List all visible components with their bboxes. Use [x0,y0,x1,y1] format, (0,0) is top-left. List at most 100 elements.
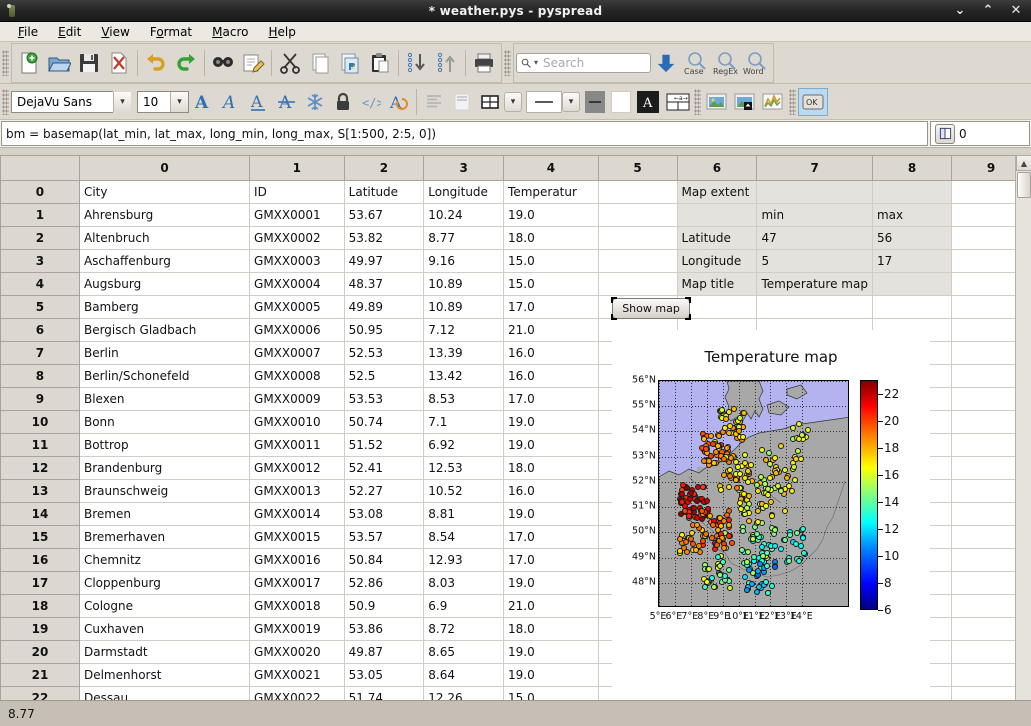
column-header-5[interactable]: 5 [598,156,677,181]
cell-longitude[interactable]: 10.24 [424,204,504,227]
cell-col8[interactable] [872,273,951,296]
menu-format[interactable]: Format [140,23,202,41]
table-row[interactable]: 3AschaffenburgGMXX000349.979.1615.0Longi… [1,250,1031,273]
search-next-button[interactable] [651,47,681,79]
cell-city[interactable]: Brandenburg [79,457,249,480]
cell-empty-5[interactable] [598,204,677,227]
cell-latitude[interactable]: 50.9 [344,595,424,618]
cut-icon[interactable] [275,47,305,79]
cell-latitude[interactable]: 53.86 [344,618,424,641]
cell-col8[interactable] [872,181,951,204]
cell-latitude[interactable]: 49.89 [344,296,424,319]
insert-chart-image-icon[interactable] [731,88,759,116]
scrollbar-thumb[interactable] [1017,172,1031,198]
cell-longitude[interactable]: 8.64 [424,664,504,687]
align-top-icon[interactable] [448,88,476,116]
cell-temperature[interactable]: 17.0 [504,549,599,572]
cell-temperature[interactable]: 18.0 [504,618,599,641]
cell-col6[interactable]: Longitude [677,250,757,273]
row-header-12[interactable]: 12 [1,457,80,480]
column-header-2[interactable]: 2 [344,156,424,181]
menu-file[interactable]: File [8,23,48,41]
cell-temperature[interactable]: 17.0 [504,388,599,411]
cell-latitude[interactable]: 53.08 [344,503,424,526]
strikethrough-icon[interactable]: A [273,88,301,116]
cell-longitude[interactable]: 8.77 [424,227,504,250]
cell-id[interactable]: GMXX0008 [250,365,345,388]
cell-temperature[interactable]: 16.0 [504,480,599,503]
cell-latitude[interactable]: 53.82 [344,227,424,250]
cell-empty-5[interactable] [598,181,677,204]
paste-icon[interactable] [365,47,395,79]
cell-city[interactable]: Chemnitz [79,549,249,572]
cell-id[interactable]: GMXX0011 [250,434,345,457]
cell-latitude[interactable]: 53.53 [344,388,424,411]
column-header-6[interactable]: 6 [677,156,757,181]
cell-temperature[interactable]: 18.0 [504,227,599,250]
cell-temperature[interactable]: Temperatur [504,181,599,204]
cell-longitude[interactable]: 12.93 [424,549,504,572]
cell-id[interactable]: GMXX0009 [250,388,345,411]
line-color-icon[interactable] [585,91,605,113]
cell-city[interactable]: Bonn [79,411,249,434]
cell-longitude[interactable]: 8.72 [424,618,504,641]
row-header-3[interactable]: 3 [1,250,80,273]
find-icon[interactable] [208,47,238,79]
menu-edit[interactable]: Edit [48,23,91,41]
cell-longitude[interactable]: 10.89 [424,296,504,319]
cell-temperature[interactable]: 19.0 [504,503,599,526]
font-size-combo[interactable]: 10 ▾ [137,91,189,113]
border-choice-chevron-down-icon[interactable]: ▾ [504,92,522,112]
table-select-icon[interactable] [935,124,955,144]
cell-longitude[interactable]: 8.65 [424,641,504,664]
cell-col7[interactable] [757,296,873,319]
row-header-0[interactable]: 0 [1,181,80,204]
match-case-button[interactable]: Case [681,47,711,79]
cell-latitude[interactable]: 52.27 [344,480,424,503]
font-family-chevron-down-icon[interactable]: ▾ [113,92,131,112]
cell-longitude[interactable]: 8.03 [424,572,504,595]
search-toolbar-grip[interactable] [504,50,511,76]
column-header-7[interactable]: 7 [757,156,873,181]
cell-longitude[interactable]: 13.42 [424,365,504,388]
cell-latitude[interactable]: 52.53 [344,342,424,365]
cell-city[interactable]: Bremen [79,503,249,526]
cell-longitude[interactable]: 10.52 [424,480,504,503]
cell-temperature[interactable]: 17.0 [504,526,599,549]
cell-col8[interactable]: 56 [872,227,951,250]
undo-icon[interactable] [141,47,171,79]
cell-id[interactable]: GMXX0017 [250,572,345,595]
row-header-16[interactable]: 16 [1,549,80,572]
cell-city[interactable]: Bottrop [79,434,249,457]
cell-longitude[interactable]: 6.9 [424,595,504,618]
cell-latitude[interactable]: 53.05 [344,664,424,687]
cell-latitude[interactable]: 51.52 [344,434,424,457]
cell-col8[interactable]: 17 [872,250,951,273]
menu-macro[interactable]: Macro [202,23,258,41]
cell-city[interactable]: Altenbruch [79,227,249,250]
insert-chart-icon[interactable] [759,88,787,116]
copy-icon[interactable] [305,47,335,79]
cell-latitude[interactable]: 48.37 [344,273,424,296]
row-header-14[interactable]: 14 [1,503,80,526]
cell-temperature[interactable]: 17.0 [504,296,599,319]
close-button[interactable]: ✕ [1009,4,1023,17]
cell-id[interactable]: GMXX0014 [250,503,345,526]
cell-longitude[interactable]: 12.53 [424,457,504,480]
minimize-button[interactable]: ⌄ [953,4,967,17]
cell-id[interactable]: GMXX0004 [250,273,345,296]
cell-latitude[interactable]: 50.95 [344,319,424,342]
cell-id[interactable]: GMXX0013 [250,480,345,503]
cell-id[interactable]: GMXX0018 [250,595,345,618]
cell-col8[interactable]: max [872,204,951,227]
row-header-22[interactable]: 22 [1,687,80,701]
cell-temperature[interactable]: 16.0 [504,365,599,388]
cell-col6[interactable] [677,204,757,227]
cell-id[interactable]: GMXX0005 [250,296,345,319]
show-map-cell[interactable]: Show map [611,297,691,320]
row-header-10[interactable]: 10 [1,411,80,434]
search-input-wrap[interactable]: ▾ [516,53,651,73]
bold-icon[interactable]: A [189,88,217,116]
cell-id[interactable]: GMXX0002 [250,227,345,250]
row-header-5[interactable]: 5 [1,296,80,319]
